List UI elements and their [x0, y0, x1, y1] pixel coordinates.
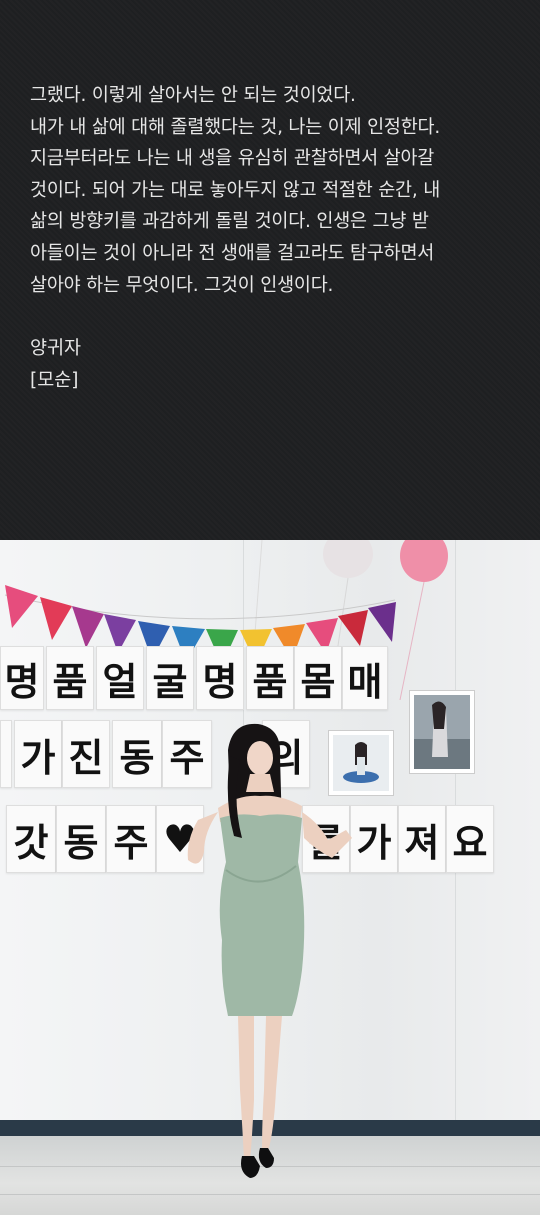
- sign-card: 몸: [294, 646, 342, 710]
- sign-card: 명: [0, 646, 44, 710]
- sign-card: 굴: [146, 646, 194, 710]
- quote-line: 살아야 하는 무엇이다. 그것이 인생이다.: [30, 274, 334, 296]
- pennant: [338, 610, 368, 646]
- sign-card: 요: [446, 805, 494, 873]
- photo-poster: [409, 690, 475, 774]
- pennant: [72, 606, 104, 648]
- sign-card-partial: [0, 720, 12, 788]
- quote-line: 아들이는 것이 아니라 전 생애를 걸고라도 탐구하면서: [30, 242, 435, 264]
- quote-line: 그랬다. 이렇게 살아서는 안 되는 것이었다.: [30, 85, 356, 106]
- quote-line: 것이다. 되어 가는 대로 놓아두지 않고 적절한 순간, 내: [30, 179, 441, 201]
- quote-line: 삶의 방향키를 과감하게 돌릴 것이다. 인생은 그냥 받: [30, 211, 429, 233]
- pennant: [5, 585, 38, 628]
- sign-card: 매: [342, 646, 388, 710]
- sign-card: 가: [14, 720, 62, 788]
- pennant: [368, 602, 396, 642]
- sign-card: 갓: [6, 805, 56, 873]
- sign-card: 품: [246, 646, 294, 710]
- pink-balloon: [400, 540, 448, 582]
- book-title: [모순]: [30, 369, 79, 391]
- quote-paragraph: 그랬다. 이렇게 살아서는 안 되는 것이었다. 내가 내 삶에 대해 졸렬했다…: [30, 80, 530, 301]
- sign-card: 품: [46, 646, 94, 710]
- quote-line: 내가 내 삶에 대해 졸렬했다는 것, 나는 이제 인정한다.: [30, 116, 441, 138]
- sign-card: 명: [196, 646, 244, 710]
- sign-card: 진: [62, 720, 110, 788]
- author-name: 양귀자: [30, 338, 82, 359]
- sign-card: 동: [56, 805, 106, 873]
- quote-line: 지금부터라도 나는 내 생을 유심히 관찰하면서 살아갈: [30, 148, 435, 170]
- post-text-panel: 그랬다. 이렇게 살아서는 안 되는 것이었다. 내가 내 삶에 대해 졸렬했다…: [0, 0, 540, 540]
- sign-card: 얼: [96, 646, 144, 710]
- person-figure: [187, 723, 352, 1178]
- white-balloon: [323, 540, 373, 578]
- pennant: [40, 597, 72, 640]
- quote-attribution: 양귀자 [모순]: [30, 333, 81, 396]
- sign-card: 주: [106, 805, 156, 873]
- sign-card: 져: [398, 805, 446, 873]
- sign-card: 동: [112, 720, 162, 788]
- post-photo[interactable]: 명 품 얼 굴 명 품 몸 매 가 진 동 주 의 갓 동 주 ♥ 를 가 져 …: [0, 540, 540, 1215]
